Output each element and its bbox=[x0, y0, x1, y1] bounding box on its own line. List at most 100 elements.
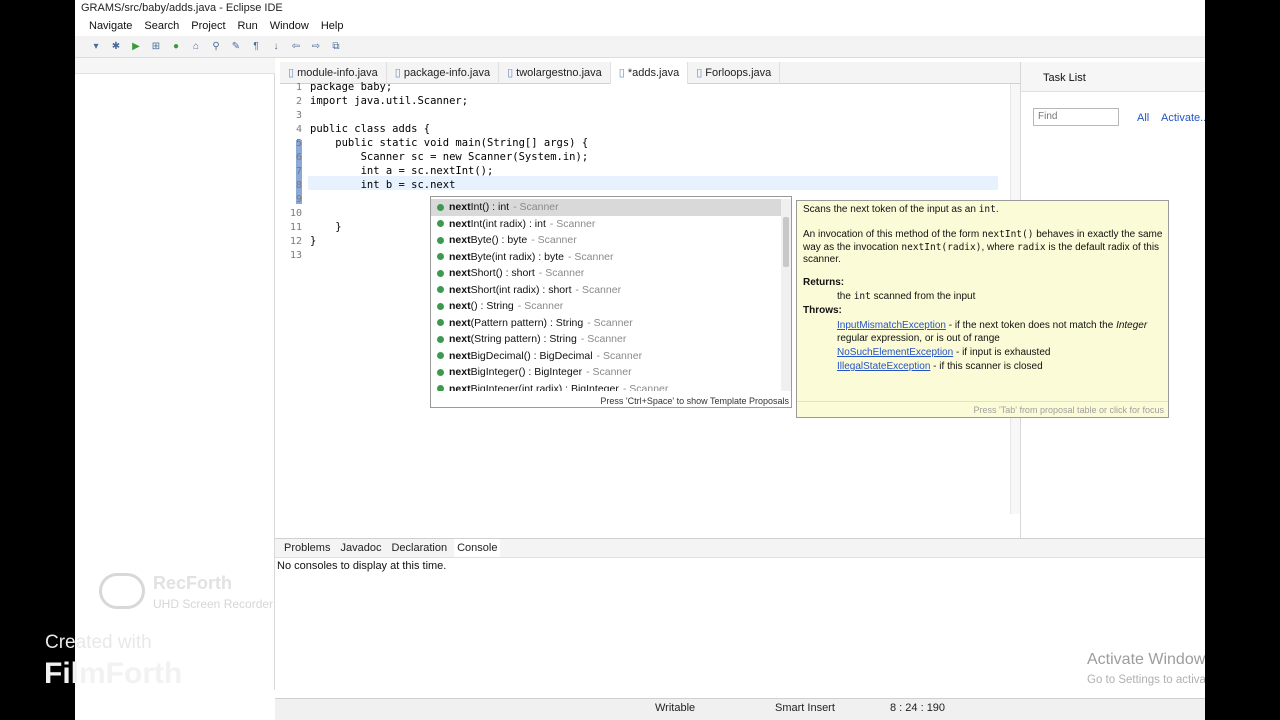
proposal-signature: Short(int radix) : short bbox=[470, 283, 572, 296]
letterbox bbox=[1205, 0, 1280, 720]
tab-javadoc[interactable]: Javadoc bbox=[337, 539, 384, 557]
exception-link[interactable]: NoSuchElementException bbox=[837, 347, 953, 358]
proposal-item[interactable]: next Short() : short - Scanner bbox=[431, 265, 781, 282]
proposal-match: next bbox=[449, 283, 471, 296]
doc-text: scanned from the input bbox=[870, 291, 976, 302]
menu-search[interactable]: Search bbox=[144, 20, 179, 34]
doc-code: radix bbox=[1017, 241, 1046, 253]
debug-icon[interactable]: ✱ bbox=[109, 40, 123, 54]
menu-navigate[interactable]: Navigate bbox=[89, 20, 132, 34]
line-number: 11 bbox=[289, 222, 302, 233]
menu-project[interactable]: Project bbox=[191, 20, 225, 34]
doc-text: - if this scanner is closed bbox=[930, 361, 1043, 372]
doc-description: An invocation of this method of the form… bbox=[803, 229, 1163, 267]
tab-console[interactable]: Console bbox=[454, 539, 501, 557]
search-icon[interactable]: ⚲ bbox=[209, 40, 223, 54]
content-assist-popup[interactable]: next Int() : int - Scanner next Int(int rad… bbox=[430, 196, 792, 408]
back-icon[interactable]: ⇦ bbox=[289, 40, 303, 54]
title-bar: GRAMS/src/baby/adds.java - Eclipse IDE bbox=[75, 0, 1205, 18]
doc-text: An invocation of this method of the form bbox=[803, 229, 982, 240]
new-class-icon[interactable]: ● bbox=[169, 40, 183, 54]
open-type-icon[interactable]: ⌂ bbox=[189, 40, 203, 54]
status-writable: Writable bbox=[655, 702, 696, 714]
filmforth-logo: FilmForth bbox=[44, 657, 183, 690]
task-all-link[interactable]: All bbox=[1137, 112, 1149, 124]
template-proposal-hint: Press 'Ctrl+Space' to show Template Prop… bbox=[600, 396, 789, 406]
proposal-match: next bbox=[449, 382, 471, 391]
proposal-item[interactable]: next BigInteger(int radix) : BigInteger - … bbox=[431, 381, 781, 391]
exception-link[interactable]: InputMismatchException bbox=[837, 320, 946, 331]
status-bar: Writable Smart Insert 8 : 24 : 190 bbox=[275, 698, 1205, 720]
proposal-list[interactable]: next Int() : int - Scanner next Int(int rad… bbox=[431, 199, 781, 391]
perspective-icon[interactable]: ⧉ bbox=[329, 40, 343, 54]
proposal-item[interactable]: next Byte(int radix) : byte - Scanner bbox=[431, 249, 781, 266]
proposal-match: next bbox=[449, 217, 471, 230]
status-insert-mode: Smart Insert bbox=[775, 702, 835, 714]
method-icon bbox=[437, 269, 444, 277]
task-find-input[interactable]: Find bbox=[1033, 108, 1119, 126]
java-file-icon: ▯ bbox=[507, 67, 514, 79]
proposal-item[interactable]: next (Pattern pattern) : String - Scanner bbox=[431, 315, 781, 332]
doc-text: - if the next token does not match the bbox=[945, 320, 1117, 331]
proposal-owner: - Scanner bbox=[586, 366, 632, 379]
menu-window[interactable]: Window bbox=[270, 20, 309, 34]
doc-text: the bbox=[837, 291, 854, 302]
proposal-item[interactable]: next() : String - Scanner bbox=[431, 298, 781, 315]
doc-text: Scans the next token of the input as an bbox=[803, 204, 979, 215]
proposal-item[interactable]: next Byte() : byte - Scanner bbox=[431, 232, 781, 249]
line-number: 10 bbox=[289, 208, 302, 219]
menu-bar: Navigate Search Project Run Window Help bbox=[75, 18, 1205, 36]
task-list-title[interactable]: Task List bbox=[1043, 72, 1086, 84]
method-icon bbox=[437, 319, 444, 327]
main-toolbar: ▾ ✱ ▶ ⊞ ● ⌂ ⚲ ✎ ¶ ↓ ⇦ ⇨ ⧉ bbox=[75, 36, 1205, 58]
tab-declaration[interactable]: Declaration bbox=[388, 539, 450, 557]
proposal-match: next bbox=[449, 366, 471, 379]
run-icon[interactable]: ▶ bbox=[129, 40, 143, 54]
proposal-signature: BigDecimal() : BigDecimal bbox=[470, 349, 593, 362]
new-icon[interactable]: ▾ bbox=[89, 40, 103, 54]
proposal-owner: - Scanner bbox=[531, 234, 577, 247]
proposal-item[interactable]: next Int(int radix) : int - Scanner bbox=[431, 216, 781, 233]
method-icon bbox=[437, 368, 444, 376]
menu-run[interactable]: Run bbox=[238, 20, 258, 34]
exception-link[interactable]: IllegalStateException bbox=[837, 361, 930, 372]
proposal-match: next bbox=[449, 250, 471, 263]
proposal-item[interactable]: next BigInteger() : BigInteger - Scanner bbox=[431, 364, 781, 381]
forward-icon[interactable]: ⇨ bbox=[309, 40, 323, 54]
proposal-item[interactable]: next Short(int radix) : short - Scanner bbox=[431, 282, 781, 299]
proposal-signature: () : String bbox=[470, 300, 514, 313]
tab-forloops[interactable]: ▯ Forloops.java bbox=[688, 62, 781, 84]
proposal-scrollbar[interactable] bbox=[781, 199, 791, 391]
proposal-match: next bbox=[449, 333, 471, 346]
proposal-signature: (String pattern) : String bbox=[470, 333, 577, 346]
menu-help[interactable]: Help bbox=[321, 20, 344, 34]
doc-throws-3: IllegalStateException - if this scanner … bbox=[837, 361, 1165, 374]
proposal-owner: - Scanner bbox=[580, 333, 627, 346]
task-activate-link[interactable]: Activate... bbox=[1161, 112, 1205, 124]
toggle-mark-icon[interactable]: ✎ bbox=[229, 40, 243, 54]
proposal-item[interactable]: next Int() : int - Scanner bbox=[431, 199, 781, 216]
tab-adds[interactable]: ▯ *adds.java bbox=[610, 62, 689, 84]
task-list-header: Task List bbox=[1021, 62, 1205, 92]
java-file-icon: ▯ bbox=[288, 67, 295, 79]
javadoc-hover[interactable]: Scans the next token of the input as an … bbox=[796, 200, 1169, 418]
line-number: 6 bbox=[295, 152, 302, 163]
new-package-icon[interactable]: ⊞ bbox=[149, 40, 163, 54]
java-file-icon: ▯ bbox=[618, 67, 625, 79]
tab-package-info[interactable]: ▯ package-info.java bbox=[387, 62, 500, 84]
tab-problems[interactable]: Problems bbox=[281, 539, 333, 557]
tab-label: package-info.java bbox=[403, 67, 491, 79]
code-line: import java.util.Scanner; bbox=[310, 95, 469, 107]
proposal-item[interactable]: next BigDecimal() : BigDecimal - Scanner bbox=[431, 348, 781, 365]
scroll-thumb[interactable] bbox=[783, 217, 789, 267]
tab-twolargestno[interactable]: ▯ twolargestno.java bbox=[499, 62, 611, 84]
doc-summary: Scans the next token of the input as an … bbox=[803, 204, 1163, 217]
doc-throws-1: InputMismatchException - if the next tok… bbox=[837, 320, 1165, 345]
doc-text: regular expression, or is out of range bbox=[837, 332, 1000, 344]
doc-code: int bbox=[853, 291, 871, 302]
console-view[interactable]: No consoles to display at this time. bbox=[275, 558, 1205, 688]
pin-icon[interactable]: ¶ bbox=[249, 40, 263, 54]
recforth-subtitle: UHD Screen Recorder bbox=[153, 597, 274, 611]
proposal-item[interactable]: next (String pattern) : String - Scanner bbox=[431, 331, 781, 348]
next-annotation-icon[interactable]: ↓ bbox=[269, 40, 283, 54]
